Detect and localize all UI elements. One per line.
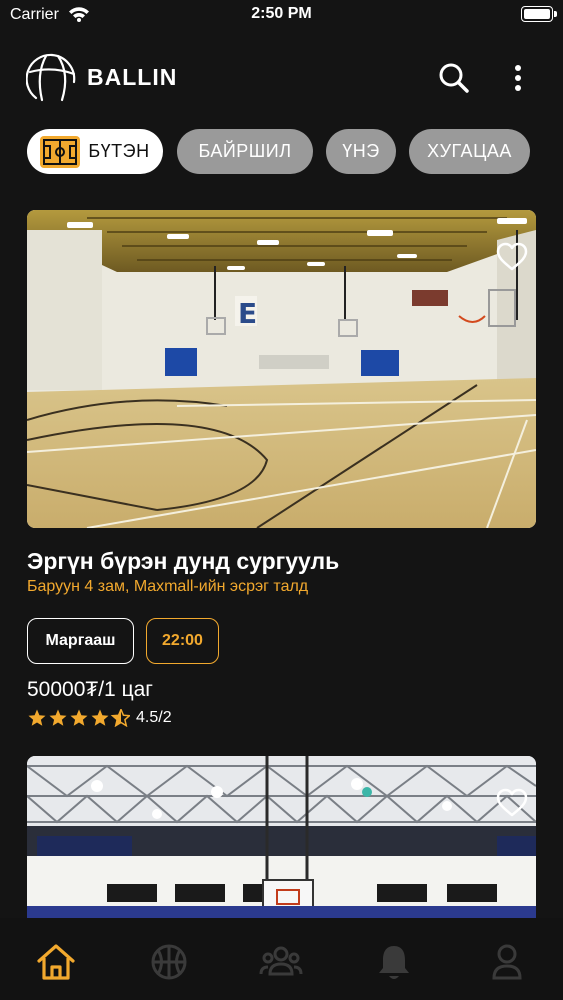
status-time: 2:50 PM bbox=[251, 5, 312, 22]
star-icon bbox=[49, 709, 67, 726]
day-badge[interactable]: Маргааш bbox=[27, 618, 134, 664]
favorite-heart-icon[interactable] bbox=[496, 242, 528, 272]
star-icon bbox=[91, 709, 109, 726]
court-image[interactable] bbox=[27, 756, 536, 918]
filter-chip-label: ҮНЭ bbox=[342, 141, 380, 161]
bell-icon[interactable] bbox=[372, 940, 416, 984]
court-price: 50000₮/1 цаг bbox=[27, 678, 153, 701]
group-icon[interactable] bbox=[259, 940, 303, 984]
search-icon[interactable] bbox=[438, 62, 470, 94]
filter-chip-time[interactable]: ХУГАЦАА bbox=[409, 129, 530, 174]
star-rating bbox=[28, 709, 130, 727]
court-image[interactable]: E bbox=[27, 210, 536, 528]
half-star-icon bbox=[111, 709, 130, 727]
court-address: Баруун 4 зам, Maxmall-ийн эсрэг талд bbox=[27, 578, 309, 595]
basketball-icon[interactable] bbox=[147, 940, 191, 984]
battery-icon bbox=[521, 6, 557, 22]
filter-chip-label: БАЙРШИЛ bbox=[198, 141, 292, 161]
star-icon bbox=[70, 709, 88, 726]
favorite-heart-icon[interactable] bbox=[496, 788, 528, 818]
more-vertical-icon[interactable] bbox=[508, 64, 528, 94]
star-icon bbox=[28, 709, 46, 726]
filter-chip-full[interactable]: БҮТЭН bbox=[27, 129, 163, 174]
filter-chip-location[interactable]: БАЙРШИЛ bbox=[177, 129, 313, 174]
court-icon bbox=[40, 135, 81, 168]
gym-photo: E bbox=[27, 210, 536, 528]
time-badge[interactable]: 22:00 bbox=[146, 618, 219, 664]
filter-chip-label: БҮТЭН bbox=[88, 141, 150, 161]
basketball-logo-icon bbox=[26, 53, 76, 102]
app-title: BALLIN bbox=[87, 64, 178, 90]
filter-chip-price[interactable]: ҮНЭ bbox=[326, 129, 396, 174]
bottom-nav bbox=[0, 918, 563, 1000]
rating-value: 4.5/2 bbox=[136, 709, 172, 726]
gym-photo bbox=[27, 756, 536, 918]
profile-icon[interactable] bbox=[485, 940, 529, 984]
status-bar: Carrier 2:50 PM bbox=[0, 0, 563, 32]
court-title[interactable]: Эргүн бүрэн дунд сургууль bbox=[27, 548, 339, 575]
home-icon[interactable] bbox=[34, 940, 78, 984]
filter-chip-label: ХУГАЦАА bbox=[427, 141, 512, 161]
svg-text:E: E bbox=[238, 297, 257, 330]
